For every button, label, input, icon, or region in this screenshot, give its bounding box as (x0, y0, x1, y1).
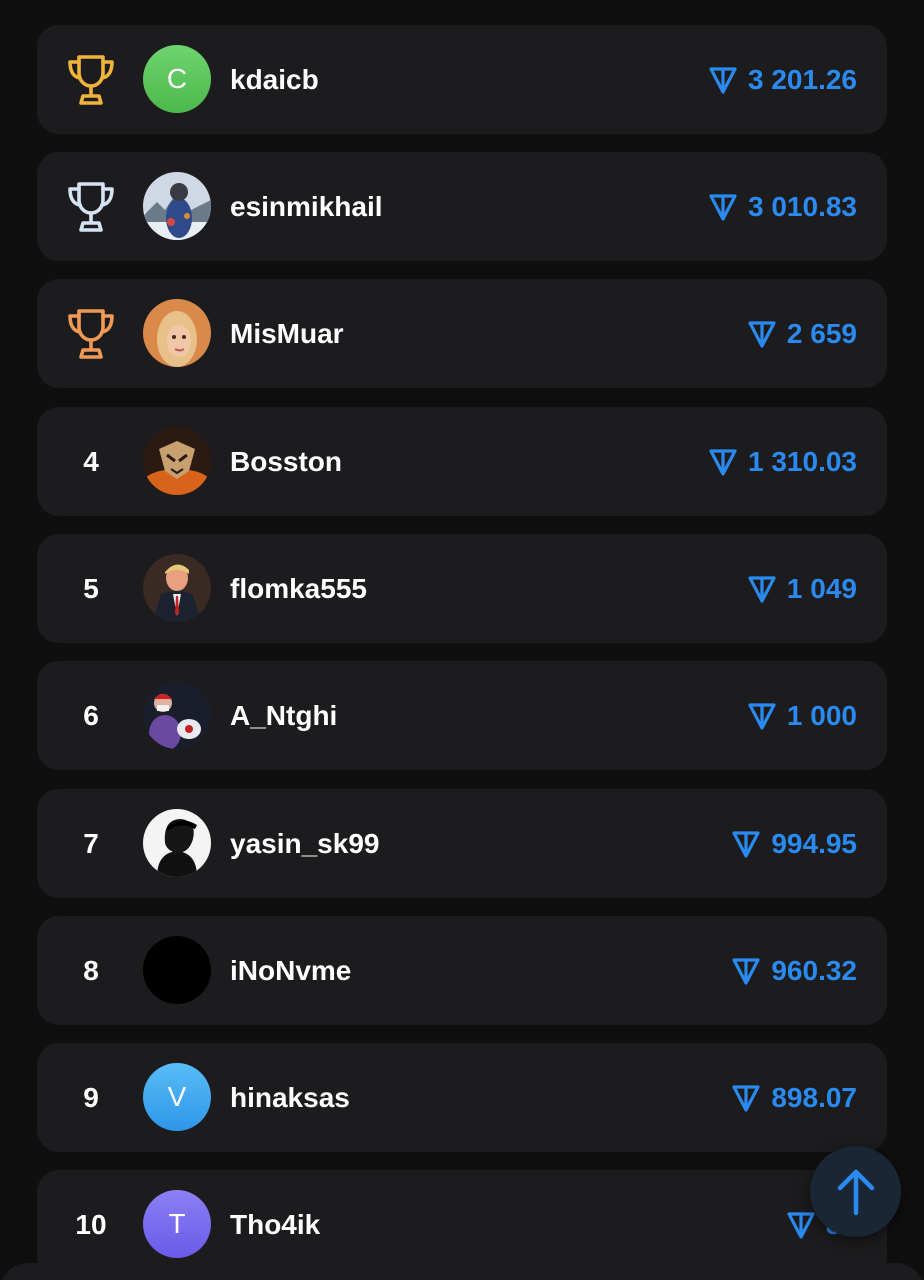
avatar-photo (143, 299, 211, 367)
leaderboard-row-1[interactable]: C kdaicb 3 201.26 (37, 25, 887, 134)
avatar-photo (143, 936, 211, 1004)
leaderboard-row-7[interactable]: 7 yasin_sk99 994.95 (37, 789, 887, 898)
rank-number: 4 (83, 445, 99, 477)
avatar-letter: C (166, 63, 188, 94)
leaderboard-row-4[interactable]: 4 Bosston 1 310.03 (37, 407, 887, 516)
silver-trophy-icon (68, 181, 114, 232)
bronze-trophy-icon (68, 308, 114, 359)
amount-value: 898.07 (771, 1081, 857, 1113)
avatar-letter: V (167, 1081, 187, 1112)
amount-value: 1 000 (786, 699, 857, 731)
bottom-sheet-edge (0, 1263, 924, 1280)
leaderboard-row-9[interactable]: 9 V hinaksas 898.07 (37, 1043, 887, 1152)
leaderboard-row-6[interactable]: 6 A_Ntghi 1 000 (37, 661, 887, 770)
amount-value: 994.95 (771, 827, 857, 859)
username: iNoNvme (230, 955, 352, 986)
rank-number: 5 (83, 572, 99, 604)
username: Bosston (230, 446, 342, 477)
ton-icon (748, 575, 776, 603)
rank-number: 7 (83, 827, 99, 859)
amount-value: 960.32 (771, 954, 857, 986)
avatar-photo (143, 809, 211, 877)
amount-value: 1 310.03 (748, 445, 857, 477)
ton-icon (732, 1084, 760, 1112)
amount-value: 3 010.83 (748, 190, 857, 222)
amount: 2 659 (747, 279, 857, 388)
avatar-photo (143, 681, 211, 749)
scroll-to-top-button[interactable] (810, 1146, 901, 1237)
avatar: C (143, 45, 211, 113)
amount: 1 000 (747, 661, 857, 770)
amount: 960.32 (731, 916, 857, 1025)
ton-icon (709, 448, 737, 476)
ton-icon (748, 320, 776, 348)
avatar-photo (143, 427, 211, 495)
avatar: V (143, 1063, 211, 1131)
rank-cell (51, 152, 131, 261)
ton-icon (787, 1211, 815, 1239)
avatar-photo (143, 554, 211, 622)
ton-icon (732, 957, 760, 985)
amount: 3 010.83 (708, 152, 857, 261)
amount-value: 1 049 (786, 572, 857, 604)
ton-icon (732, 830, 760, 858)
username: esinmikhail (230, 191, 383, 222)
amount: 1 049 (747, 534, 857, 643)
leaderboard-row-3[interactable]: MisMuar 2 659 (37, 279, 887, 388)
amount-value: 2 659 (786, 317, 857, 349)
rank-number: 8 (83, 954, 99, 986)
avatar: T (143, 1190, 211, 1258)
rank-number: 6 (83, 699, 99, 731)
avatar-letter: T (168, 1208, 186, 1239)
leaderboard-row-2[interactable]: esinmikhail 3 010.83 (37, 152, 887, 261)
username: flomka555 (230, 573, 367, 604)
rank-number: 9 (83, 1081, 99, 1113)
amount: 3 201.26 (708, 25, 857, 134)
avatar-photo (143, 172, 211, 240)
amount: 898.07 (731, 1043, 857, 1152)
amount: 994.95 (731, 789, 857, 898)
leaderboard-row-5[interactable]: 5 flomka555 1 049 (37, 534, 887, 643)
username: yasin_sk99 (230, 828, 380, 859)
amount-value: 3 201.26 (748, 63, 857, 95)
username: hinaksas (230, 1082, 350, 1113)
username: MisMuar (230, 318, 344, 349)
gold-trophy-icon (68, 54, 114, 105)
rank-cell (51, 279, 131, 388)
ton-icon (709, 193, 737, 221)
username: A_Ntghi (230, 700, 338, 731)
arrow-up-icon (837, 1169, 874, 1215)
username: kdaicb (230, 64, 319, 95)
leaderboard-page: C kdaicb 3 201.26 esinmikhail 3 010.83 M… (0, 0, 924, 1280)
rank-cell (51, 25, 131, 134)
ton-icon (748, 702, 776, 730)
amount: 1 310.03 (708, 407, 857, 516)
leaderboard-row-8[interactable]: 8 iNoNvme 960.32 (37, 916, 887, 1025)
ton-icon (709, 66, 737, 94)
